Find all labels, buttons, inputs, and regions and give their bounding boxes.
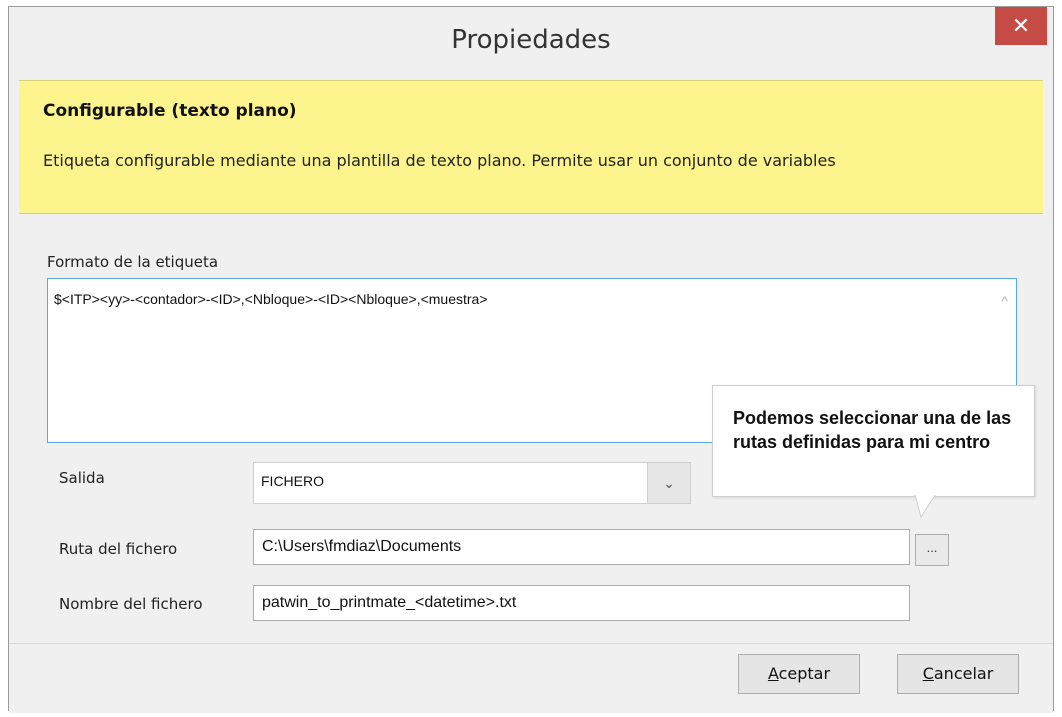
chevron-down-icon: ⌄ bbox=[663, 474, 675, 491]
format-label: Formato de la etiqueta bbox=[47, 253, 219, 271]
cancel-button[interactable]: Cancelar bbox=[897, 654, 1019, 694]
scroll-up-icon[interactable]: ^ bbox=[1001, 293, 1008, 309]
accept-button[interactable]: Aceptar bbox=[738, 654, 860, 694]
window-title: Propiedades bbox=[451, 25, 611, 55]
callout-text: Podemos seleccionar una de las rutas def… bbox=[733, 408, 1012, 452]
dropdown-button[interactable]: ⌄ bbox=[647, 463, 690, 503]
dialog-footer: Aceptar Cancelar bbox=[9, 643, 1053, 713]
callout-pointer bbox=[914, 495, 936, 519]
file-path-input[interactable] bbox=[254, 530, 909, 564]
info-banner: Configurable (texto plano) Etiqueta conf… bbox=[19, 80, 1043, 214]
output-label: Salida bbox=[59, 469, 105, 487]
file-path-field[interactable] bbox=[253, 529, 910, 565]
properties-dialog: Propiedades ✕ Configurable (texto plano)… bbox=[8, 6, 1054, 713]
file-path-label: Ruta del fichero bbox=[59, 540, 178, 558]
output-select[interactable]: FICHERO ⌄ bbox=[253, 462, 691, 504]
banner-title: Configurable (texto plano) bbox=[43, 101, 297, 121]
tooltip-callout: Podemos seleccionar una de las rutas def… bbox=[712, 385, 1035, 497]
format-text: $<ITP><yy>-<contador>-<ID>,<Nbloque>-<ID… bbox=[54, 291, 488, 307]
browse-button[interactable]: ... bbox=[915, 534, 949, 566]
output-selected-value: FICHERO bbox=[261, 473, 324, 489]
file-name-input[interactable] bbox=[254, 586, 909, 620]
banner-description: Etiqueta configurable mediante una plant… bbox=[43, 151, 836, 170]
file-name-label: Nombre del fichero bbox=[59, 595, 203, 613]
file-name-field[interactable] bbox=[253, 585, 910, 621]
close-icon: ✕ bbox=[1011, 13, 1031, 39]
title-bar: Propiedades ✕ bbox=[9, 7, 1053, 79]
close-button[interactable]: ✕ bbox=[995, 7, 1047, 45]
